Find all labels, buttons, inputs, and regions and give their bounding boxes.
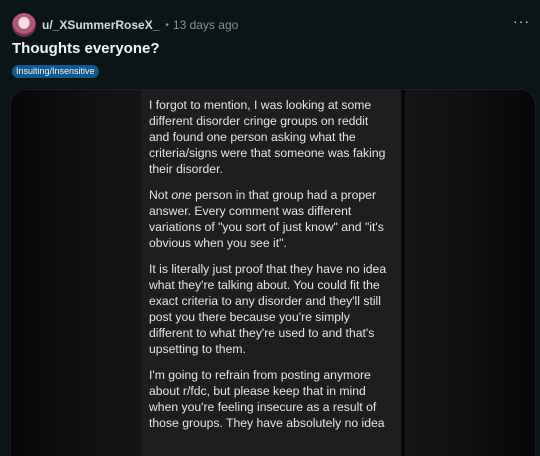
- post-timestamp: 13 days ago: [172, 18, 239, 32]
- image-paragraph-2: Not one person in that group had a prope…: [149, 188, 384, 250]
- post-header: u/_XSummerRoseX_ • 13 days ago: [12, 12, 238, 38]
- avatar[interactable]: [12, 13, 36, 37]
- image-paragraph-1: I forgot to mention, I was looking at so…: [149, 98, 386, 176]
- image-paragraph-3: It is literally just proof that they hav…: [149, 262, 387, 356]
- post-image[interactable]: I forgot to mention, I was looking at so…: [10, 89, 536, 456]
- flair-badge[interactable]: Insulting/Insensitive: [12, 65, 99, 78]
- separator-dot: •: [165, 19, 169, 31]
- image-paragraph-4: I'm going to refrain from posting anymor…: [149, 368, 385, 430]
- author-username[interactable]: u/_XSummerRoseX_: [42, 18, 159, 32]
- screenshot-text-panel: I forgot to mention, I was looking at so…: [141, 90, 401, 456]
- post-title: Thoughts everyone?: [12, 40, 160, 57]
- image-blur-right: [405, 90, 535, 456]
- more-options-button[interactable]: ···: [513, 14, 530, 28]
- image-blur-left: [11, 90, 141, 456]
- post-view: u/_XSummerRoseX_ • 13 days ago ··· Thoug…: [0, 0, 540, 456]
